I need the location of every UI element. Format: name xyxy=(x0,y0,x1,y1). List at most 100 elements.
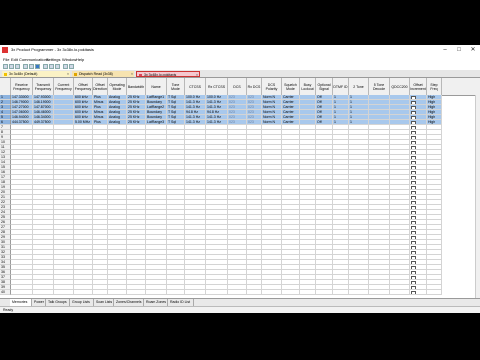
column-header[interactable]: Rx DCS xyxy=(247,78,262,95)
document-tabs: 3x 3c48x (Default) × Dispatch Read (3x38… xyxy=(0,70,480,78)
grid-cell[interactable] xyxy=(108,290,127,295)
grid-cell[interactable] xyxy=(146,290,167,295)
window-title: 3x Product Programmer - 3x 3c38x.lo.poki… xyxy=(11,47,94,52)
radio-icon[interactable] xyxy=(35,64,40,69)
grid-cell[interactable] xyxy=(185,290,206,295)
application-window: 3x Product Programmer - 3x 3c38x.lo.poki… xyxy=(0,45,480,313)
grid-cell[interactable] xyxy=(167,290,185,295)
status-text: Ready xyxy=(3,308,14,312)
sheet-tab[interactable]: Memories xyxy=(10,299,32,306)
menu-window[interactable]: Window xyxy=(62,57,76,62)
menu-bar: File Edit Communications Settings Window… xyxy=(0,56,480,63)
sheet-tab[interactable]: Group Lists xyxy=(70,299,94,306)
sheet-tab[interactable]: Zones/Channels xyxy=(114,299,144,306)
column-header[interactable]: Offset Direction xyxy=(93,78,108,95)
close-icon[interactable]: ✕ xyxy=(466,45,480,56)
grid-cell[interactable] xyxy=(390,290,410,295)
menu-help[interactable]: Help xyxy=(76,57,84,62)
grid-cell[interactable] xyxy=(410,290,427,295)
doc-tab-icon xyxy=(4,72,7,76)
save-icon[interactable] xyxy=(15,64,20,69)
write-radio-icon[interactable] xyxy=(29,64,34,69)
column-header[interactable]: Tone Mode xyxy=(167,78,185,95)
column-header[interactable]: DTMF ID xyxy=(333,78,349,95)
grid-cell[interactable] xyxy=(93,290,108,295)
column-header[interactable]: Optional Signal xyxy=(316,78,333,95)
grid-cell[interactable] xyxy=(300,290,316,295)
close-tab-icon[interactable]: × xyxy=(131,71,133,77)
close-tab-icon[interactable]: × xyxy=(67,71,69,77)
column-header[interactable]: 2 Tone xyxy=(349,78,369,95)
doc-tab-icon xyxy=(74,72,77,76)
column-header[interactable]: Rx CTCSS xyxy=(206,78,228,95)
memories-grid: Receive Frequency Transmit Frequency Curre… xyxy=(0,78,480,298)
app-icon xyxy=(2,47,8,53)
cut-icon[interactable] xyxy=(43,64,48,69)
vertical-scrollbar[interactable] xyxy=(475,95,480,298)
grid-cell[interactable] xyxy=(228,290,247,295)
grid-cell[interactable] xyxy=(206,290,228,295)
menu-edit[interactable]: Edit xyxy=(11,57,18,62)
column-header[interactable]: Receive Frequency xyxy=(11,78,33,95)
grid-cell[interactable] xyxy=(11,290,33,295)
grid-cell[interactable] xyxy=(333,290,349,295)
grid-cell[interactable] xyxy=(247,290,262,295)
grid-cell[interactable] xyxy=(427,290,442,295)
menu-file[interactable]: File xyxy=(3,57,9,62)
doc-tab-label: Dispatch Read (3x38) xyxy=(79,72,113,76)
new-file-icon[interactable] xyxy=(3,64,8,69)
grid-cell[interactable] xyxy=(54,290,74,295)
grid-cell[interactable] xyxy=(282,290,300,295)
checkbox[interactable] xyxy=(411,291,416,294)
undo-icon[interactable] xyxy=(63,64,68,69)
grid-cell[interactable] xyxy=(349,290,369,295)
doc-tab-2[interactable]: Dispatch Read (3x38) × xyxy=(72,71,134,77)
toolbar xyxy=(0,63,480,70)
doc-tab-3-active[interactable]: 3x 3c48x.lo.pokitaxis × xyxy=(136,71,200,77)
sheet-tabs: Memories Power Talk Groups Group Lists Scan … xyxy=(0,298,480,306)
open-file-icon[interactable] xyxy=(9,64,14,69)
column-header[interactable]: DCS Polarity xyxy=(262,78,282,95)
grid-cell[interactable] xyxy=(127,290,146,295)
sheet-tab[interactable]: Scan Lists xyxy=(94,299,114,306)
grid-cell[interactable] xyxy=(316,290,333,295)
column-header[interactable]: Operating Mode xyxy=(108,78,127,95)
column-header[interactable]: Bandwidth xyxy=(127,78,146,95)
column-header[interactable]: Busy Lockout xyxy=(300,78,316,95)
maximize-icon[interactable]: □ xyxy=(452,45,466,56)
read-radio-icon[interactable] xyxy=(23,64,28,69)
sheet-tab[interactable]: Roam Zones xyxy=(144,299,168,306)
corner-cell[interactable] xyxy=(0,78,11,95)
grid-cell[interactable] xyxy=(262,290,282,295)
doc-tab-icon xyxy=(139,73,142,76)
column-header[interactable]: DCS xyxy=(228,78,247,95)
menu-communications[interactable]: Communications xyxy=(19,57,49,62)
menu-settings[interactable]: Settings xyxy=(46,57,60,62)
paste-icon[interactable] xyxy=(55,64,60,69)
column-header[interactable]: QDCC200 xyxy=(390,78,410,95)
doc-tab-1[interactable]: 3x 3c48x (Default) × xyxy=(2,71,70,77)
title-bar: 3x Product Programmer - 3x 3c38x.lo.poki… xyxy=(0,45,480,56)
redo-icon[interactable] xyxy=(69,64,74,69)
copy-icon[interactable] xyxy=(49,64,54,69)
sheet-tab[interactable]: Power xyxy=(32,299,46,306)
row-number[interactable]: 40 xyxy=(0,290,11,295)
grid-cell[interactable] xyxy=(33,290,54,295)
close-tab-icon[interactable]: × xyxy=(196,72,198,76)
column-header[interactable]: Current Frequency xyxy=(54,78,74,95)
column-header[interactable]: Offset Frequency xyxy=(74,78,93,95)
minimize-icon[interactable]: – xyxy=(438,45,452,56)
sheet-tab[interactable]: Radio ID List xyxy=(168,299,194,306)
column-header[interactable]: Offset Increment xyxy=(410,78,427,95)
table-row[interactable]: 40 xyxy=(0,290,480,295)
column-header[interactable]: 5 Tone Decode xyxy=(369,78,390,95)
grid-cell[interactable] xyxy=(369,290,390,295)
column-header[interactable]: Transmit Frequency xyxy=(33,78,54,95)
doc-tab-label: 3x 3c48x (Default) xyxy=(9,72,38,76)
grid-cell[interactable] xyxy=(74,290,93,295)
column-header[interactable]: Squelch Mode xyxy=(282,78,300,95)
column-header[interactable]: Step Freq xyxy=(427,78,442,95)
sheet-tab[interactable]: Talk Groups xyxy=(46,299,70,306)
column-header[interactable]: Name xyxy=(146,78,167,95)
column-header[interactable]: CTCSS xyxy=(185,78,206,95)
